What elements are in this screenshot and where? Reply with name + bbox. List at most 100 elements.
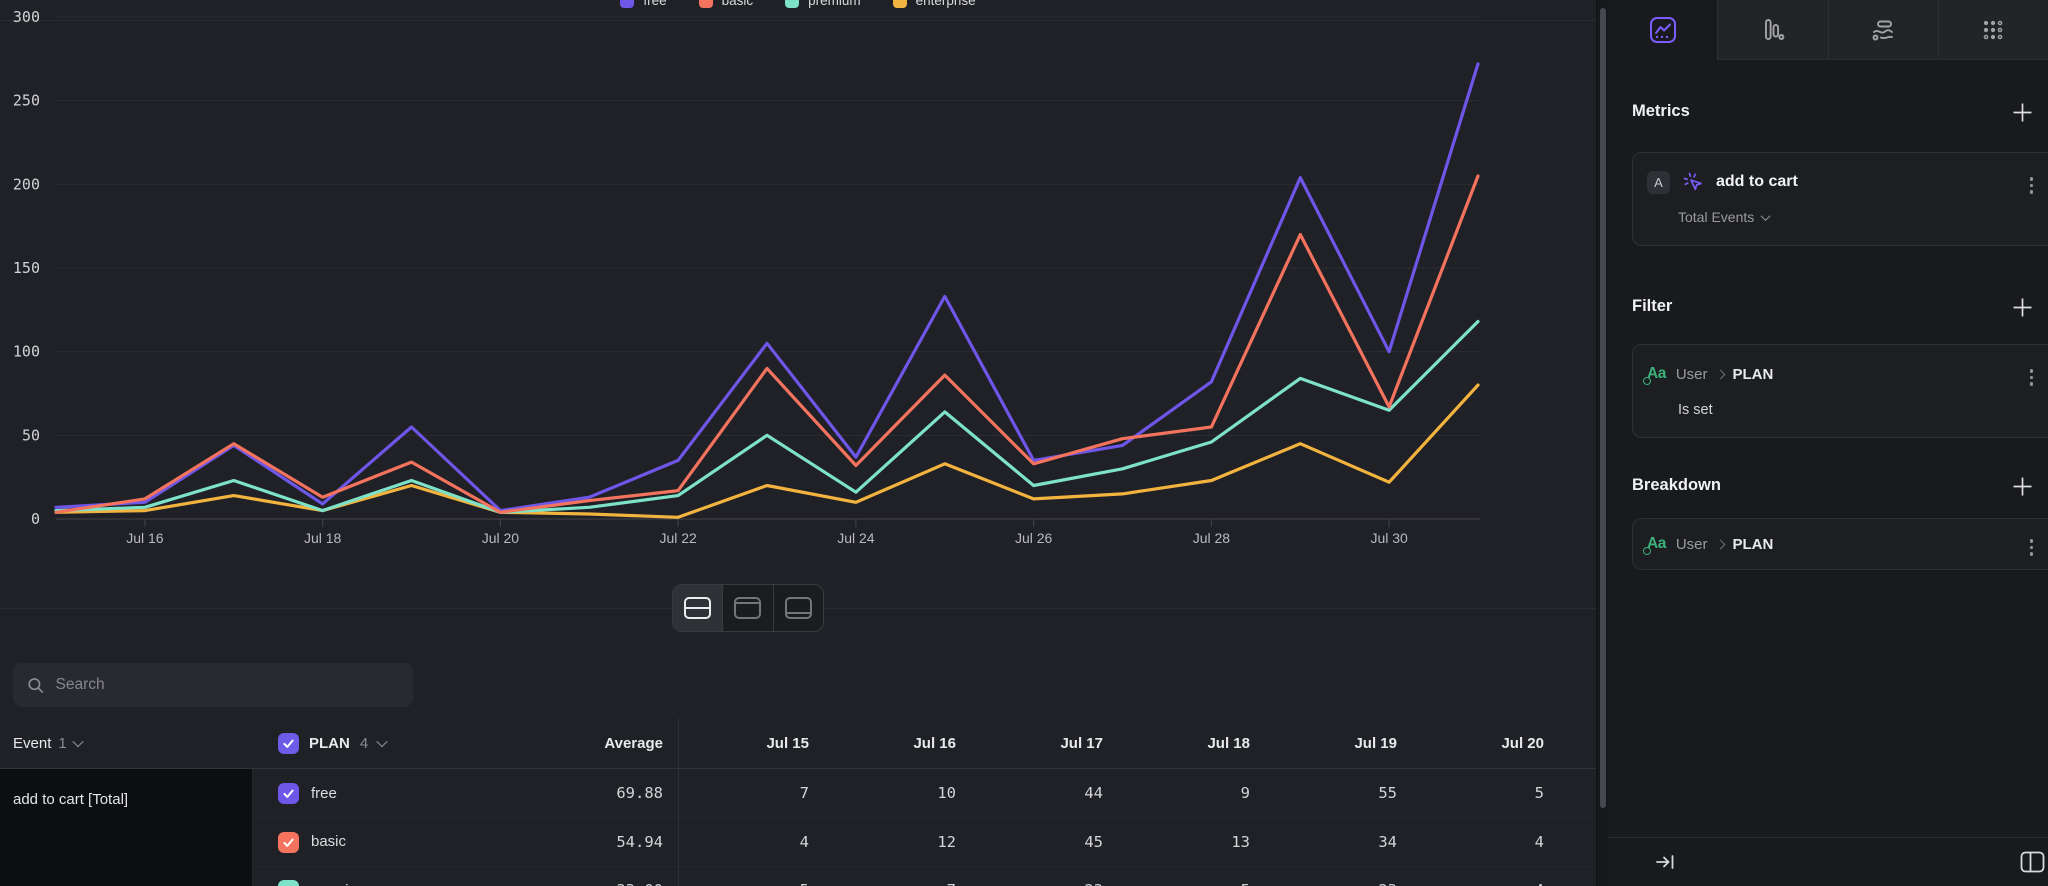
bar-chart-icon [1759,16,1787,44]
cell-value: 44 [972,769,1119,817]
plus-icon [2012,476,2033,497]
event-count: 1 [58,735,66,752]
tab-more-chart-types[interactable] [1938,0,2048,60]
panel-bottom-bar [1608,837,2048,886]
layout-button-table-emphasis-view[interactable] [773,585,823,631]
date-column-header[interactable]: Jul 17 [972,718,1119,768]
chevron-right-icon [1715,369,1725,379]
chart-type-tabbar [1608,0,2048,60]
plan-select-all-checkbox[interactable] [278,733,299,754]
date-column-header[interactable]: Jul 18 [1119,718,1266,768]
y-axis-tick-label: 150 [13,259,40,277]
add-breakdown-button[interactable] [2010,474,2034,498]
line-chart-icon [1649,16,1677,44]
breakdown-property: PLAN [1733,536,1774,553]
side-panel-layout-button[interactable] [2020,851,2046,878]
x-axis-tick-label: Jul 26 [1015,530,1053,546]
chart-emphasis-view-icon [734,597,761,619]
metrics-section-title: Metrics [1632,102,1690,121]
plan-count: 4 [360,735,368,752]
date-column-header[interactable]: Jul 16 [825,718,972,768]
plan-column-header[interactable]: PLAN 4 [278,718,386,768]
cell-value: 5 [1119,866,1266,886]
row-checkbox-basic[interactable] [278,832,299,853]
filter-section-title: Filter [1632,297,1672,316]
tab-stacked-chart[interactable] [1828,0,1938,60]
cell-value: 12 [825,818,972,866]
search-input[interactable] [56,676,399,694]
average-value: 69.88 [478,769,663,817]
chevron-down-icon [1761,211,1771,221]
segment-name: basic [311,818,346,866]
vertical-scrollbar [1596,0,1608,886]
split-equal-view-icon [684,597,711,619]
segment-name: free [311,769,337,817]
layout-button-chart-emphasis-view[interactable] [722,585,772,631]
tab-line-chart[interactable] [1608,0,1717,60]
date-column-header[interactable]: Jul 15 [678,718,825,768]
metric-event-name: add to cart [1716,173,1798,191]
date-column-header[interactable]: Jul 20 [1413,718,1560,768]
cell-value: 9 [1119,769,1266,817]
table-header-row: Event 1 PLAN 4 Average Jul 15Jul 16Jul 1… [0,718,1596,769]
add-filter-button[interactable] [2010,295,2034,319]
cell-value: 13 [1119,818,1266,866]
x-axis-tick-label: Jul 30 [1370,530,1408,546]
tab-bar-chart[interactable] [1717,0,1827,60]
metric-options-kebab[interactable] [2026,173,2038,198]
breakdown-options-kebab[interactable] [2026,535,2038,560]
series-line-free[interactable] [56,64,1478,511]
x-axis-tick-label: Jul 18 [304,530,342,546]
row-values: 57235234 [678,866,1560,886]
search-icon [27,676,45,695]
y-axis-tick-label: 250 [13,92,40,110]
breakdown-section-title: Breakdown [1632,476,1721,495]
aggregation-dropdown[interactable]: Total Events [1678,209,1769,225]
plus-icon [2012,102,2033,123]
collapse-panel-button[interactable] [1654,851,1676,878]
dots-grid-icon [1979,16,2007,44]
arrow-to-bar-icon [1654,851,1676,873]
metric-card[interactable]: A add to cart Total Events [1632,152,2048,246]
plus-icon [2012,297,2033,318]
average-value: 33.00 [478,866,663,886]
metric-letter-badge: A [1647,171,1670,194]
y-axis-tick-label: 0 [31,510,40,528]
check-icon [281,736,296,751]
cell-value: 23 [1266,866,1413,886]
check-icon [281,835,296,850]
add-metric-button[interactable] [2010,100,2034,124]
y-axis-tick-label: 50 [22,426,40,444]
filter-property: PLAN [1733,366,1774,383]
filter-options-kebab[interactable] [2026,365,2038,390]
layout-button-split-equal-view[interactable] [673,585,722,631]
event-column-header[interactable]: Event 1 [13,718,82,768]
row-checkbox-premium[interactable] [278,880,299,886]
cell-value: 34 [1266,818,1413,866]
row-values: 710449555 [678,769,1560,817]
scrollbar-thumb[interactable] [1600,8,1606,808]
cell-value: 4 [678,818,825,866]
row-checkbox-free[interactable] [278,783,299,804]
cell-value: 7 [678,769,825,817]
line-chart-plot[interactable]: 050100150200250300Jul 16Jul 18Jul 20Jul … [0,0,1596,620]
filter-condition[interactable]: Is set [1678,402,1713,418]
text-property-icon: Aa [1647,536,1666,552]
y-axis-tick-label: 300 [13,8,40,26]
series-line-premium[interactable] [56,322,1478,513]
insights-report-app: freebasicpremiumenterprise 0501001502002… [0,0,2048,886]
table-search [13,663,413,707]
filter-card[interactable]: Aa User PLAN Is set [1632,344,2048,438]
average-column-header[interactable]: Average [478,718,663,768]
event-header-label: Event [13,735,51,752]
event-total-cell[interactable]: add to cart [Total] [0,769,253,886]
breakdown-card[interactable]: Aa User PLAN [1632,518,2048,570]
cell-value: 10 [825,769,972,817]
x-axis-tick-label: Jul 20 [482,530,520,546]
stacked-flow-icon [1869,16,1897,44]
chevron-down-icon [377,736,388,747]
average-value: 54.94 [478,818,663,866]
main-area: freebasicpremiumenterprise 0501001502002… [0,0,1596,886]
row-values: 4124513344 [678,818,1560,866]
date-column-header[interactable]: Jul 19 [1266,718,1413,768]
